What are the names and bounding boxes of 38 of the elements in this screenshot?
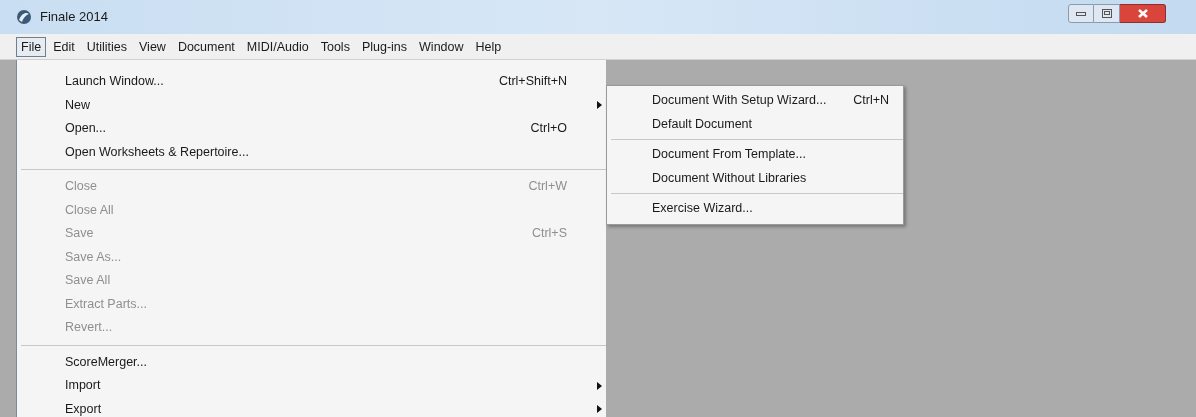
menu-item[interactable]: Open Worksheets & Repertoire... bbox=[17, 140, 606, 164]
menu-item[interactable]: Export bbox=[17, 397, 606, 417]
menu-item[interactable]: New bbox=[17, 93, 606, 117]
close-button[interactable] bbox=[1120, 4, 1166, 23]
menu-item[interactable]: Document With Setup Wizard... Ctrl+N bbox=[607, 89, 903, 113]
submenu-arrow-icon bbox=[597, 381, 602, 390]
menu-bar-item[interactable]: View bbox=[134, 36, 171, 57]
menu-bar-item[interactable]: Plug-ins bbox=[356, 36, 413, 57]
menu-item[interactable]: Document Without Libraries bbox=[607, 166, 903, 190]
app-logo-icon bbox=[16, 9, 32, 25]
menu-bar-item[interactable]: Help bbox=[470, 36, 507, 57]
menu-item[interactable]: Import bbox=[17, 374, 606, 398]
menu-item[interactable]: Document From Template... bbox=[607, 143, 903, 167]
menu-bar-item[interactable]: Utilities bbox=[81, 36, 132, 57]
menu-bar-item[interactable]: Window bbox=[414, 36, 469, 57]
menu-bar-item[interactable]: Document bbox=[172, 36, 240, 57]
menu-item[interactable]: Launch Window... Ctrl+Shift+N bbox=[17, 70, 606, 94]
menu-bar-item[interactable]: File bbox=[16, 36, 47, 57]
menu-bar-item[interactable]: Tools bbox=[315, 36, 355, 57]
minimize-button[interactable] bbox=[1068, 4, 1094, 23]
minimize-icon bbox=[1076, 11, 1086, 16]
shortcut-label: Ctrl+S bbox=[531, 225, 567, 243]
shortcut-label: Ctrl+W bbox=[528, 178, 567, 196]
maximize-button[interactable] bbox=[1094, 4, 1120, 23]
shortcut-label: Ctrl+O bbox=[530, 120, 567, 138]
menu-item[interactable]: Open... Ctrl+O bbox=[17, 117, 606, 141]
window-title: Finale 2014 bbox=[40, 8, 109, 27]
menu-item[interactable]: Exercise Wizard... bbox=[607, 197, 903, 221]
menu-bar-item[interactable]: MIDI/Audio bbox=[241, 36, 314, 57]
maximize-icon bbox=[1101, 9, 1112, 18]
close-icon bbox=[1137, 9, 1148, 18]
shortcut-label: Ctrl+N bbox=[853, 92, 889, 110]
submenu-arrow-icon bbox=[597, 405, 602, 414]
submenu-arrow-icon bbox=[597, 101, 602, 110]
menu-item[interactable]: ScoreMerger... bbox=[17, 350, 606, 374]
menu-item[interactable]: Default Document bbox=[607, 112, 903, 136]
shortcut-label: Ctrl+Shift+N bbox=[498, 73, 567, 91]
menu-bar-item[interactable]: Edit bbox=[48, 36, 80, 57]
